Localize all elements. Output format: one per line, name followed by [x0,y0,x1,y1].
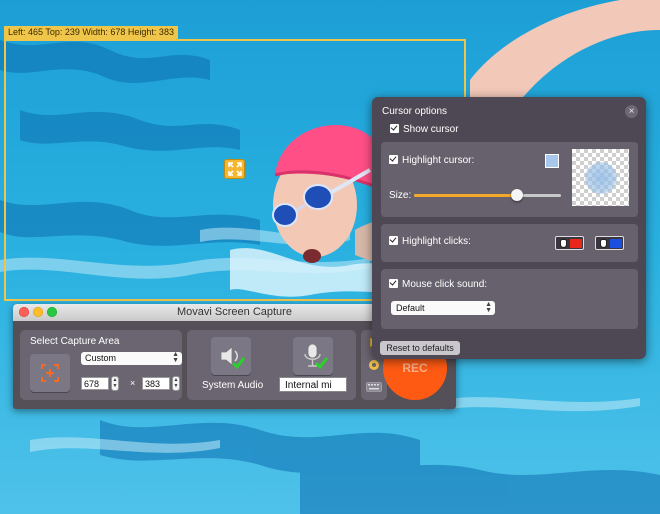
cursor-options-popup: Cursor options × Show cursor Highlight c… [372,97,646,359]
audio-panel: System Audio Internal mi [187,330,356,400]
click-sound-select[interactable]: Default ▲ ▼ [391,301,495,315]
capture-area-heading: Select Capture Area [30,336,120,347]
size-slider-fill [414,194,517,197]
keyboard-icon[interactable] [366,380,382,392]
dimension-separator: × [130,378,136,388]
capture-height-field[interactable]: 383 [142,377,170,390]
system-audio-label: System Audio [202,380,264,391]
capture-width-field[interactable]: 678 [81,377,109,390]
close-icon[interactable]: × [625,105,638,118]
mouse-click-sound-label: Mouse click sound: [402,279,488,290]
capture-dimensions-label: Left: 465 Top: 239 Width: 678 Height: 38… [4,26,178,39]
mouse-click-sound-row[interactable]: Mouse click sound: [389,279,487,290]
highlight-cursor-label: Highlight cursor: [402,155,475,166]
highlight-cursor-checkbox[interactable] [389,155,398,164]
left-click-color-button[interactable] [555,236,584,250]
left-click-color-fill [570,239,582,248]
move-arrows-icon[interactable] [224,159,245,179]
capture-preset-value: Custom [85,353,117,363]
size-label: Size: [389,190,412,201]
highlight-color-swatch[interactable] [545,154,559,168]
capture-area-panel: Select Capture Area Custom ▲ ▼ 678 ▲ ▼ × 3… [20,330,182,400]
microphone-button[interactable] [293,337,333,375]
highlight-cursor-row[interactable]: Highlight cursor: [389,155,474,166]
highlight-clicks-section: Highlight clicks: [381,224,638,262]
microphone-select-field[interactable]: Internal mi [279,377,347,392]
webcam-icon[interactable] [367,358,381,372]
select-area-button[interactable] [30,354,70,392]
mouse-click-sound-section: Mouse click sound: Default ▲ ▼ [381,269,638,329]
highlight-preview-dot [585,162,617,194]
crosshair-area-icon [41,364,59,382]
capture-preset-select[interactable]: Custom ▲ ▼ [81,351,182,365]
speaker-icon [220,346,246,370]
height-stepper[interactable]: ▲ ▼ [172,376,180,391]
show-cursor-label: Show cursor [403,124,459,135]
cursor-options-title: Cursor options [382,106,448,117]
cursor-highlight-preview [572,149,629,206]
select-arrows-icon: ▲ ▼ [485,301,492,314]
right-click-color-button[interactable] [595,236,624,250]
right-click-color-fill [610,239,622,248]
select-arrows-icon: ▲ ▼ [172,351,179,364]
highlight-clicks-checkbox[interactable] [389,236,398,245]
highlight-cursor-section: Highlight cursor: Size: [381,142,638,217]
mouse-click-sound-checkbox[interactable] [389,279,398,288]
mouse-left-icon [560,239,567,248]
reset-to-defaults-button[interactable]: Reset to defaults [380,341,460,355]
mouse-right-icon [600,239,607,248]
highlight-clicks-label: Highlight clicks: [402,236,471,247]
size-slider-knob[interactable] [510,189,523,201]
microphone-icon [304,343,329,370]
highlight-clicks-row[interactable]: Highlight clicks: [389,236,471,247]
click-sound-value: Default [396,303,425,313]
system-audio-button[interactable] [211,337,251,375]
size-slider[interactable] [414,189,561,201]
width-stepper[interactable]: ▲ ▼ [111,376,119,391]
move-arrows-glyph [227,162,242,176]
show-cursor-row[interactable]: Show cursor [390,124,459,135]
show-cursor-checkbox[interactable] [390,124,399,133]
